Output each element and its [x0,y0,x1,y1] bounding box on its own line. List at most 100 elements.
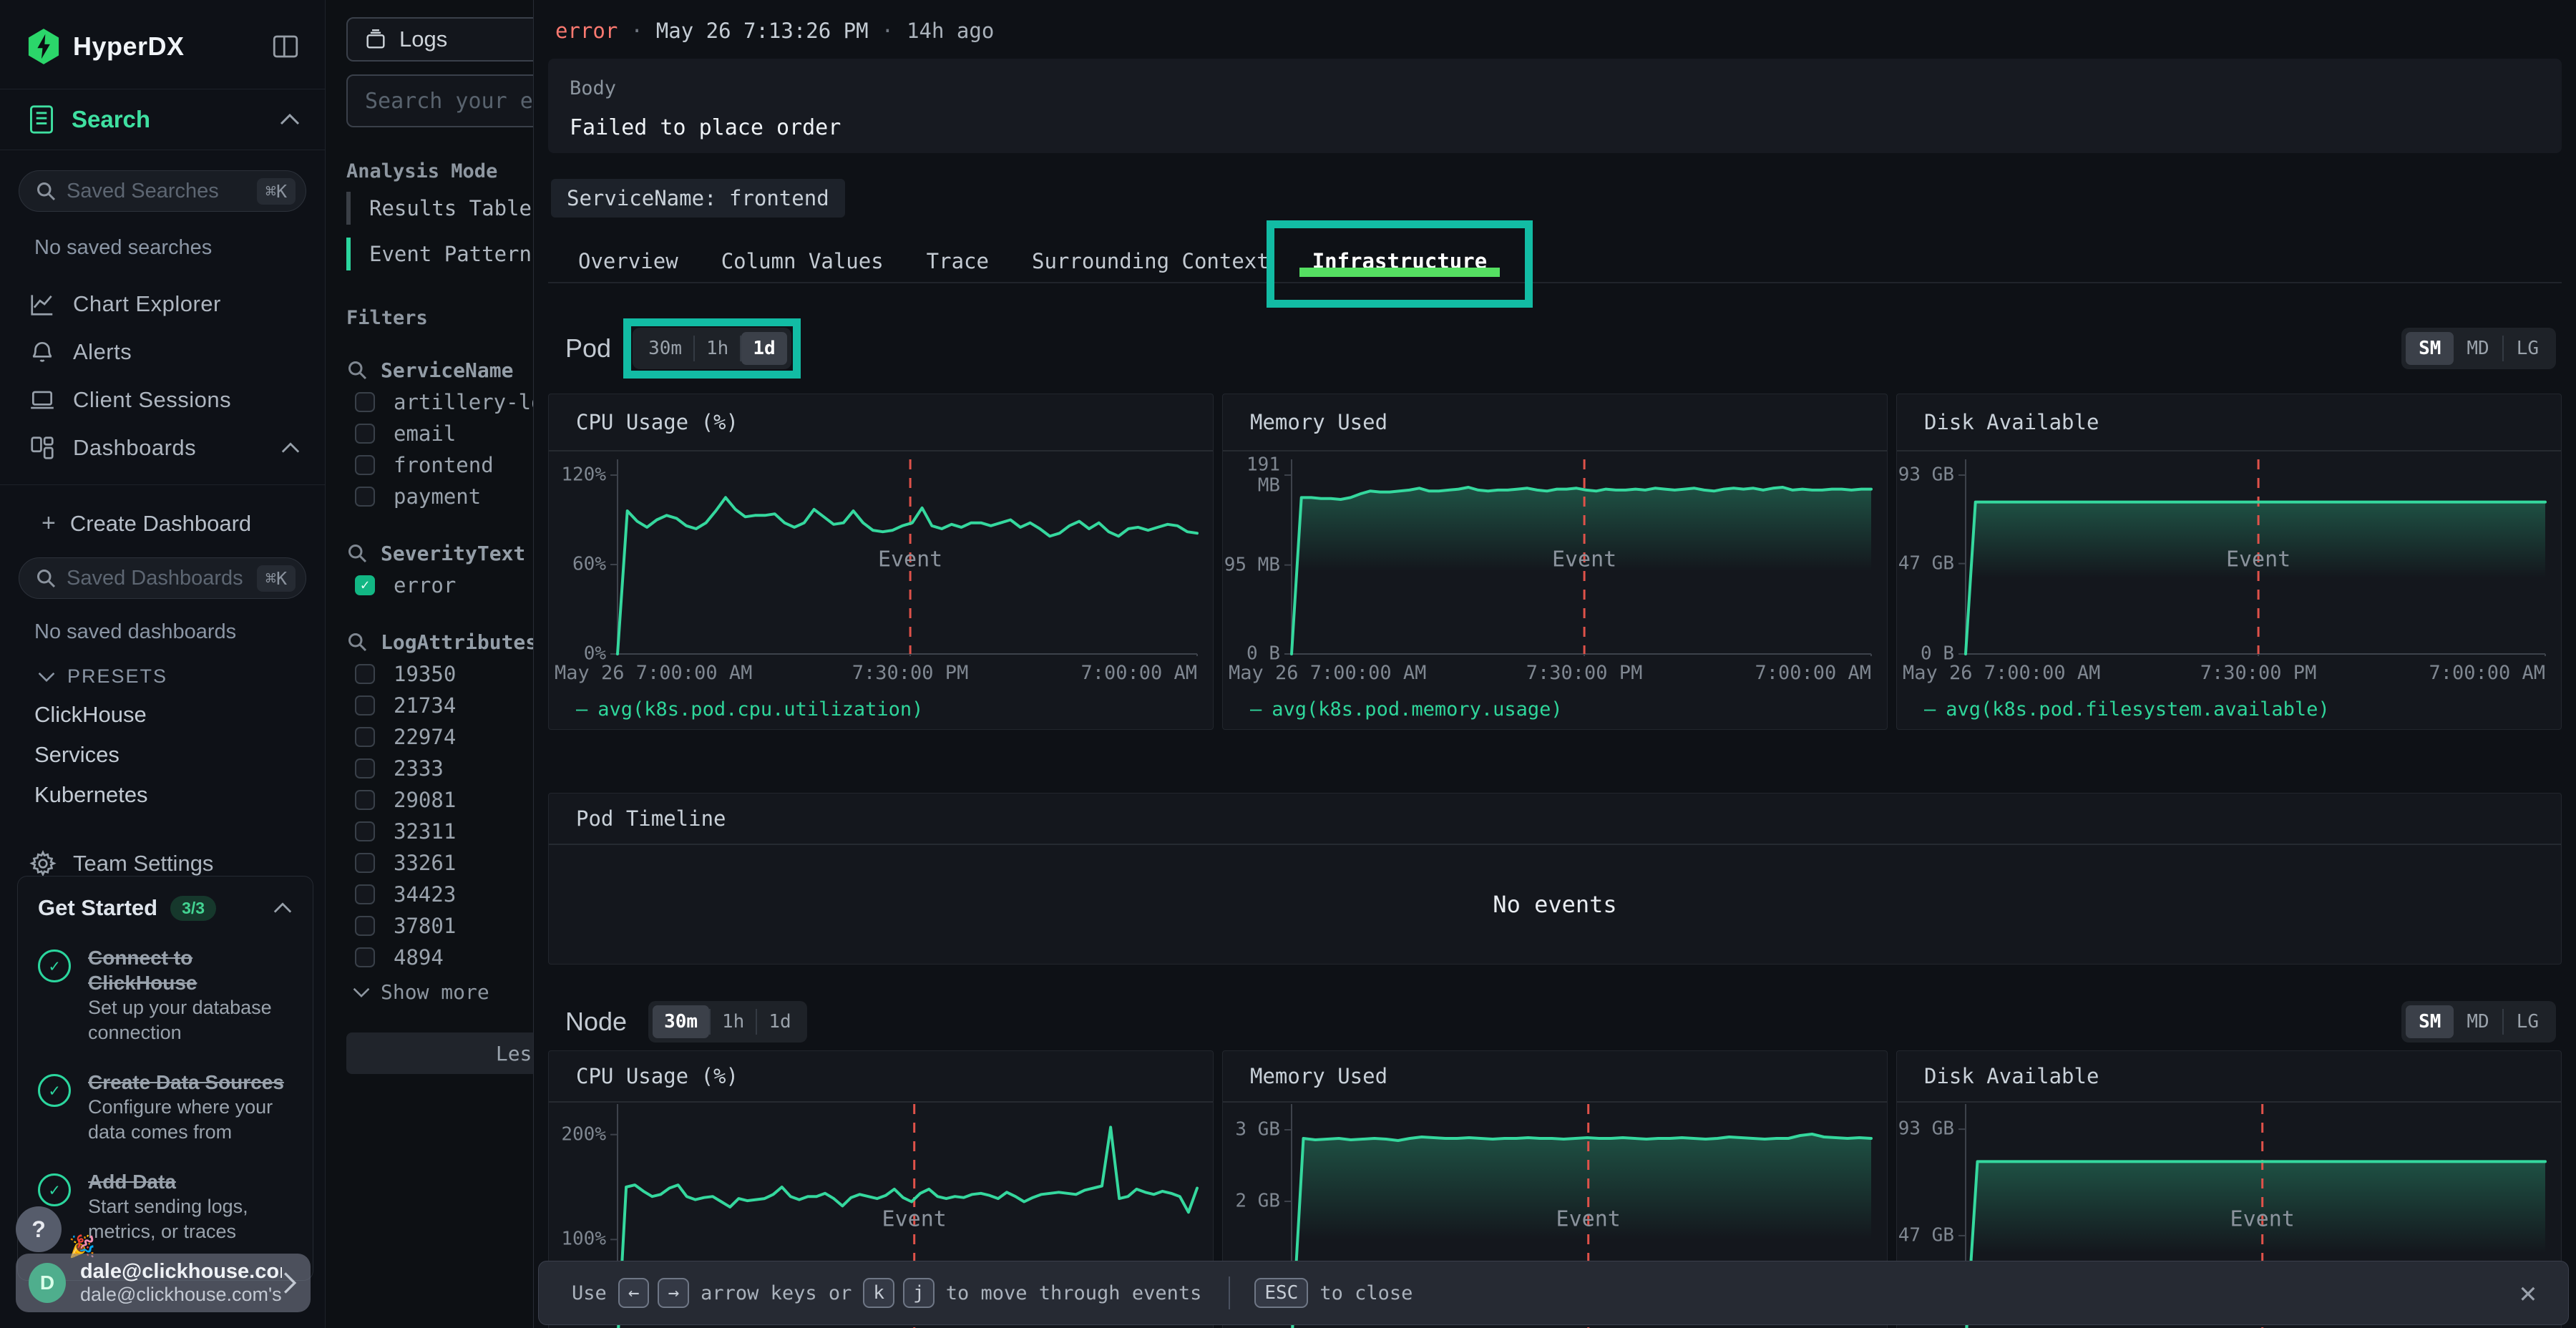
y-axis-tick-label: 200% [549,1124,606,1145]
range-1d-button[interactable]: 1d [741,332,786,365]
pod-cpu-chart-card: CPU Usage (%) 120%60%0%Event May 26 7:00… [548,394,1214,730]
severity-badge: error [555,19,618,43]
check-circle-icon: ✓ [38,1074,71,1107]
size-sm-button[interactable]: SM [2406,332,2454,365]
node-label: Node [565,1007,627,1037]
service-name-chip[interactable]: ServiceName: frontend [551,179,845,218]
sidebar-item-team-settings[interactable]: Team Settings [0,808,325,878]
y-axis-tick-label: 60% [549,555,606,575]
size-md-button[interactable]: MD [2454,332,2502,365]
preset-clickhouse[interactable]: ClickHouse [0,688,325,728]
y-axis-tick-label: 93 GB [1897,465,1954,486]
size-sm-button[interactable]: SM [2406,1005,2454,1038]
panel-toggle-icon[interactable] [270,31,301,62]
user-menu[interactable]: D dale@clickhouse.com dale@clickhouse.co… [16,1254,311,1312]
no-saved-dashboards-text: No saved dashboards [0,599,325,644]
chart-title: CPU Usage (%) [576,410,738,434]
search-icon[interactable] [346,631,368,653]
chart-legend[interactable]: —avg(k8s.pod.filesystem.available) [1897,689,2561,729]
checkbox[interactable] [355,947,375,967]
tab-surrounding-context[interactable]: Surrounding Context [1010,239,1291,283]
search-icon[interactable] [346,359,368,381]
presets-toggle[interactable]: PRESETS [0,644,325,688]
preset-services[interactable]: Services [0,728,325,768]
get-started-item[interactable]: ✓ Add Data Start sending logs, metrics, … [38,1169,293,1244]
checkbox[interactable] [355,821,375,841]
get-started-item[interactable]: ✓ Create Data Sources Configure where yo… [38,1070,293,1145]
sidebar-item-chart-explorer[interactable]: Chart Explorer [0,280,325,328]
get-started-item[interactable]: ✓ Connect to ClickHouse Set up your data… [38,945,293,1045]
bell-icon [29,338,56,366]
checkbox[interactable] [355,487,375,507]
tab-infrastructure[interactable]: Infrastructure [1291,239,1508,283]
checkbox[interactable] [355,664,375,684]
pod-range-control: 30m 1h 1d [633,328,791,369]
sidebar-item-alerts[interactable]: Alerts [0,328,325,376]
y-axis-tick-label: 93 GB [1897,1119,1954,1140]
checkbox[interactable] [355,758,375,778]
sidebar-item-client-sessions[interactable]: Client Sessions [0,376,325,424]
size-md-button[interactable]: MD [2454,1005,2502,1038]
node-section-header: Node 30m 1h 1d SM MD LG [548,999,2562,1045]
chart-x-axis: May 26 7:00:00 AM7:30:00 PM7:00:00 AM [1897,656,2561,689]
search-icon [35,180,57,202]
search-icon[interactable] [346,542,368,564]
y-axis-tick-label: 120% [549,465,606,486]
range-30m-button[interactable]: 30m [637,332,693,365]
pod-label: Pod [565,333,611,363]
chart-title: Disk Available [1924,1064,2099,1088]
size-lg-button[interactable]: LG [2504,1005,2552,1038]
gs-item-title: Add Data [88,1171,176,1193]
range-30m-button[interactable]: 30m [653,1005,709,1038]
range-1h-button[interactable]: 1h [695,332,740,365]
y-axis-tick-label: 191 MB [1223,454,1280,495]
sidebar-item-search[interactable]: Search [0,89,325,150]
chart-legend[interactable]: —avg(k8s.pod.cpu.utilization) [549,689,1213,729]
checkbox[interactable] [355,695,375,716]
checkbox[interactable] [355,424,375,444]
saved-searches-input[interactable]: Saved Searches ⌘K [19,170,306,212]
range-1d-button[interactable]: 1d [757,1005,802,1038]
chevron-up-icon[interactable] [280,441,301,454]
x-axis-tick-label: 7:00:00 AM [2429,662,2545,684]
checkbox[interactable] [355,727,375,747]
preset-kubernetes[interactable]: Kubernetes [0,768,325,808]
legend-label: avg(k8s.pod.filesystem.available) [1946,698,2329,721]
checkbox[interactable] [355,884,375,904]
chevron-down-icon [37,671,56,683]
create-dashboard-label: Create Dashboard [70,511,251,537]
chart-legend[interactable]: —avg(k8s.pod.memory.usage) [1223,689,1887,729]
tab-trace[interactable]: Trace [905,239,1010,283]
create-dashboard-button[interactable]: + Create Dashboard [0,485,325,537]
arrow-right-key: → [658,1278,689,1308]
hint-text: Use [572,1282,607,1304]
y-axis-tick-label: 47 GB [1897,553,1954,574]
checkbox[interactable] [355,790,375,810]
saved-dashboards-input[interactable]: Saved Dashboards ⌘K [19,557,306,599]
filter-value-label: 2333 [394,756,444,781]
show-more-label: Show more [381,980,489,1004]
tab-column-values[interactable]: Column Values [700,239,905,283]
filter-value-label: 37801 [394,914,456,938]
size-lg-button[interactable]: LG [2504,332,2552,365]
chevron-up-icon[interactable] [273,902,293,914]
y-axis-tick-label: 47 GB [1897,1226,1954,1246]
check-circle-icon: ✓ [38,1173,71,1206]
event-marker-label: Event [1556,1207,1621,1232]
checkbox[interactable] [355,853,375,873]
close-icon[interactable]: ✕ [2519,1279,2537,1307]
event-body-card: Body Failed to place order [548,59,2562,153]
sidebar-item-dashboards[interactable]: Dashboards [0,424,325,472]
j-key: j [903,1278,935,1308]
gs-item-title: Connect to ClickHouse [88,947,197,994]
range-1h-button[interactable]: 1h [711,1005,756,1038]
checkbox[interactable] [355,392,375,412]
tab-overview[interactable]: Overview [557,239,700,283]
chevron-right-icon [282,1271,298,1295]
filter-value-label: 32311 [394,819,456,844]
checkbox-checked[interactable] [355,575,375,595]
checkbox[interactable] [355,455,375,475]
help-button[interactable]: ? [16,1206,62,1252]
checkbox[interactable] [355,916,375,936]
chevron-up-icon[interactable] [279,112,301,127]
